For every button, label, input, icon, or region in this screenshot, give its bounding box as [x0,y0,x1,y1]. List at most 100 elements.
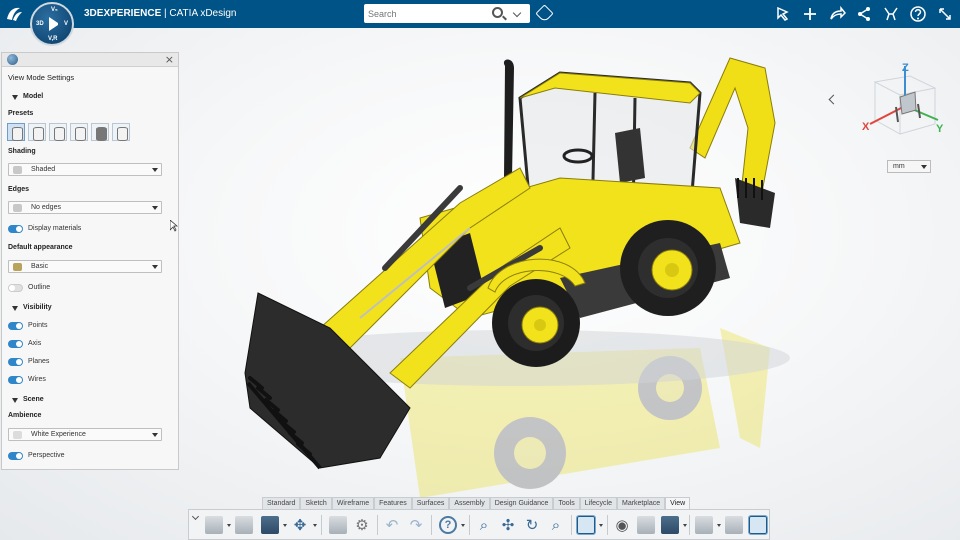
rotate-icon[interactable]: ↻ [523,516,541,534]
toolbar-chevron-up-icon[interactable] [191,512,200,521]
preset-dark-button[interactable] [91,123,109,141]
panel-header[interactable]: × [2,53,178,67]
top-bar: V₅ 3D V V,R 3DEXPERIENCE | CATIA xDesign [0,0,960,46]
top-actions [774,4,954,24]
ds-logo-icon[interactable] [4,4,24,24]
dropdown-caret-icon[interactable] [227,524,231,527]
view-mode-settings-panel: × View Mode Settings Model Presets Shadi… [1,52,179,470]
edges-dropdown[interactable]: No edges [8,201,162,214]
perspective-label: Perspective [28,452,65,459]
insert-part-icon[interactable] [235,516,253,534]
zoom-icon[interactable]: ⌕ [547,516,565,534]
planes-toggle[interactable] [8,358,23,366]
compass-label-bottom: V,R [48,36,58,42]
dropdown-caret-icon[interactable] [313,524,317,527]
perspective-toggle[interactable] [8,452,23,460]
mouse-cursor-icon [170,220,178,232]
chevron-down-icon [152,168,158,172]
help-icon[interactable] [909,4,927,24]
tab-marketplace[interactable]: Marketplace [616,497,666,509]
hide-show-eye-icon[interactable]: ◉ [613,516,631,534]
preset-shaded-edges-button[interactable] [28,123,46,141]
view-mode-icon [7,54,18,65]
display-materials-toggle[interactable] [8,225,23,233]
chevron-down-icon [152,433,158,437]
search-icon[interactable] [492,7,503,18]
appearance-icon [13,263,22,271]
ambience-dropdown[interactable]: White Experience [8,428,162,441]
settings-gear-icon[interactable]: ⚙ [353,516,371,534]
dropdown-caret-icon[interactable] [461,524,465,527]
default-appearance-value: Basic [31,263,49,270]
tab-features[interactable]: Features [374,497,412,509]
wires-toggle[interactable] [8,376,23,384]
tab-sketch[interactable]: Sketch [300,497,332,509]
axis-toggle[interactable] [8,340,23,348]
tab-design-guidance[interactable]: Design Guidance [489,497,554,509]
update-icon[interactable]: ✥ [291,516,309,534]
view-orientation-cube-icon[interactable] [576,515,596,535]
units-value: mm [893,163,905,170]
planes-label: Planes [28,358,50,365]
tab-wireframe[interactable]: Wireframe [331,497,375,509]
play-icon[interactable] [49,17,59,31]
tab-assembly[interactable]: Assembly [449,497,490,509]
points-toggle[interactable] [8,322,23,330]
compass-icon[interactable]: V₅ 3D V V,R [30,2,74,46]
dropdown-caret-icon[interactable] [599,524,603,527]
product-structure-icon[interactable] [205,516,223,534]
search-input[interactable] [364,4,486,23]
points-label: Points [28,322,48,329]
app-title: 3DEXPERIENCE | CATIA xDesign [84,8,236,19]
tab-lifecycle[interactable]: Lifecycle [579,497,617,509]
redo-icon[interactable]: ↷ [407,516,425,534]
pan-icon[interactable]: ✣ [499,516,517,534]
section-visibility-label: Visibility [23,304,52,311]
save-icon[interactable] [261,516,279,534]
preset-transparent-button[interactable] [112,123,130,141]
view-mode-icon[interactable] [637,516,655,534]
tab-surfaces[interactable]: Surfaces [411,497,450,509]
compass-label-left: 3D [36,21,44,27]
capture-icon[interactable] [661,516,679,534]
search-options-chevron-down-icon[interactable] [512,8,522,18]
close-icon[interactable]: × [165,53,174,66]
default-appearance-dropdown[interactable]: Basic [8,260,162,273]
preset-shaded-button[interactable] [7,123,25,141]
properties-icon[interactable] [329,516,347,534]
tab-standard[interactable]: Standard [262,497,301,509]
social-network-icon[interactable] [855,4,873,24]
dropdown-caret-icon[interactable] [283,524,287,527]
axis-z-label: Z [902,62,909,74]
share-icon[interactable] [828,4,847,24]
preset-wireframe-button[interactable] [49,123,67,141]
tab-tools[interactable]: Tools [553,497,580,509]
action-bar: ✥ ⚙ ↶ ↷ ? ⌕ ✣ ↻ ⌕ ◉ [188,509,770,540]
section-scene[interactable]: Scene [12,396,44,403]
outline-toggle[interactable] [8,284,23,292]
section-model[interactable]: Model [12,93,43,100]
dropdown-caret-icon[interactable] [683,524,687,527]
tag-icon[interactable] [535,4,554,23]
shading-dropdown[interactable]: Shaded [8,163,162,176]
add-icon[interactable] [801,4,819,24]
section-visibility[interactable]: Visibility [12,304,52,311]
action-bar-tabs: Standard Sketch Wireframe Features Surfa… [262,497,691,509]
ambience-icon [13,431,22,439]
compare-icon[interactable] [725,516,743,534]
fullscreen-icon[interactable] [936,4,954,24]
lead-icon[interactable] [774,4,792,24]
zoom-fit-icon[interactable]: ⌕ [475,516,493,534]
apps-compass-icon[interactable] [882,4,900,24]
panel-title: View Mode Settings [8,73,75,82]
units-select[interactable]: mm [887,160,931,173]
preset-hidden-lines-button[interactable] [70,123,88,141]
display-materials-label: Display materials [28,225,82,232]
units-chevron-down-icon [921,165,927,169]
tab-view[interactable]: View [665,497,691,509]
section-view-icon[interactable] [695,516,713,534]
help-question-icon[interactable]: ? [439,516,457,534]
view-mode-settings-icon[interactable] [748,515,768,535]
dropdown-caret-icon[interactable] [717,524,721,527]
undo-icon[interactable]: ↶ [383,516,401,534]
